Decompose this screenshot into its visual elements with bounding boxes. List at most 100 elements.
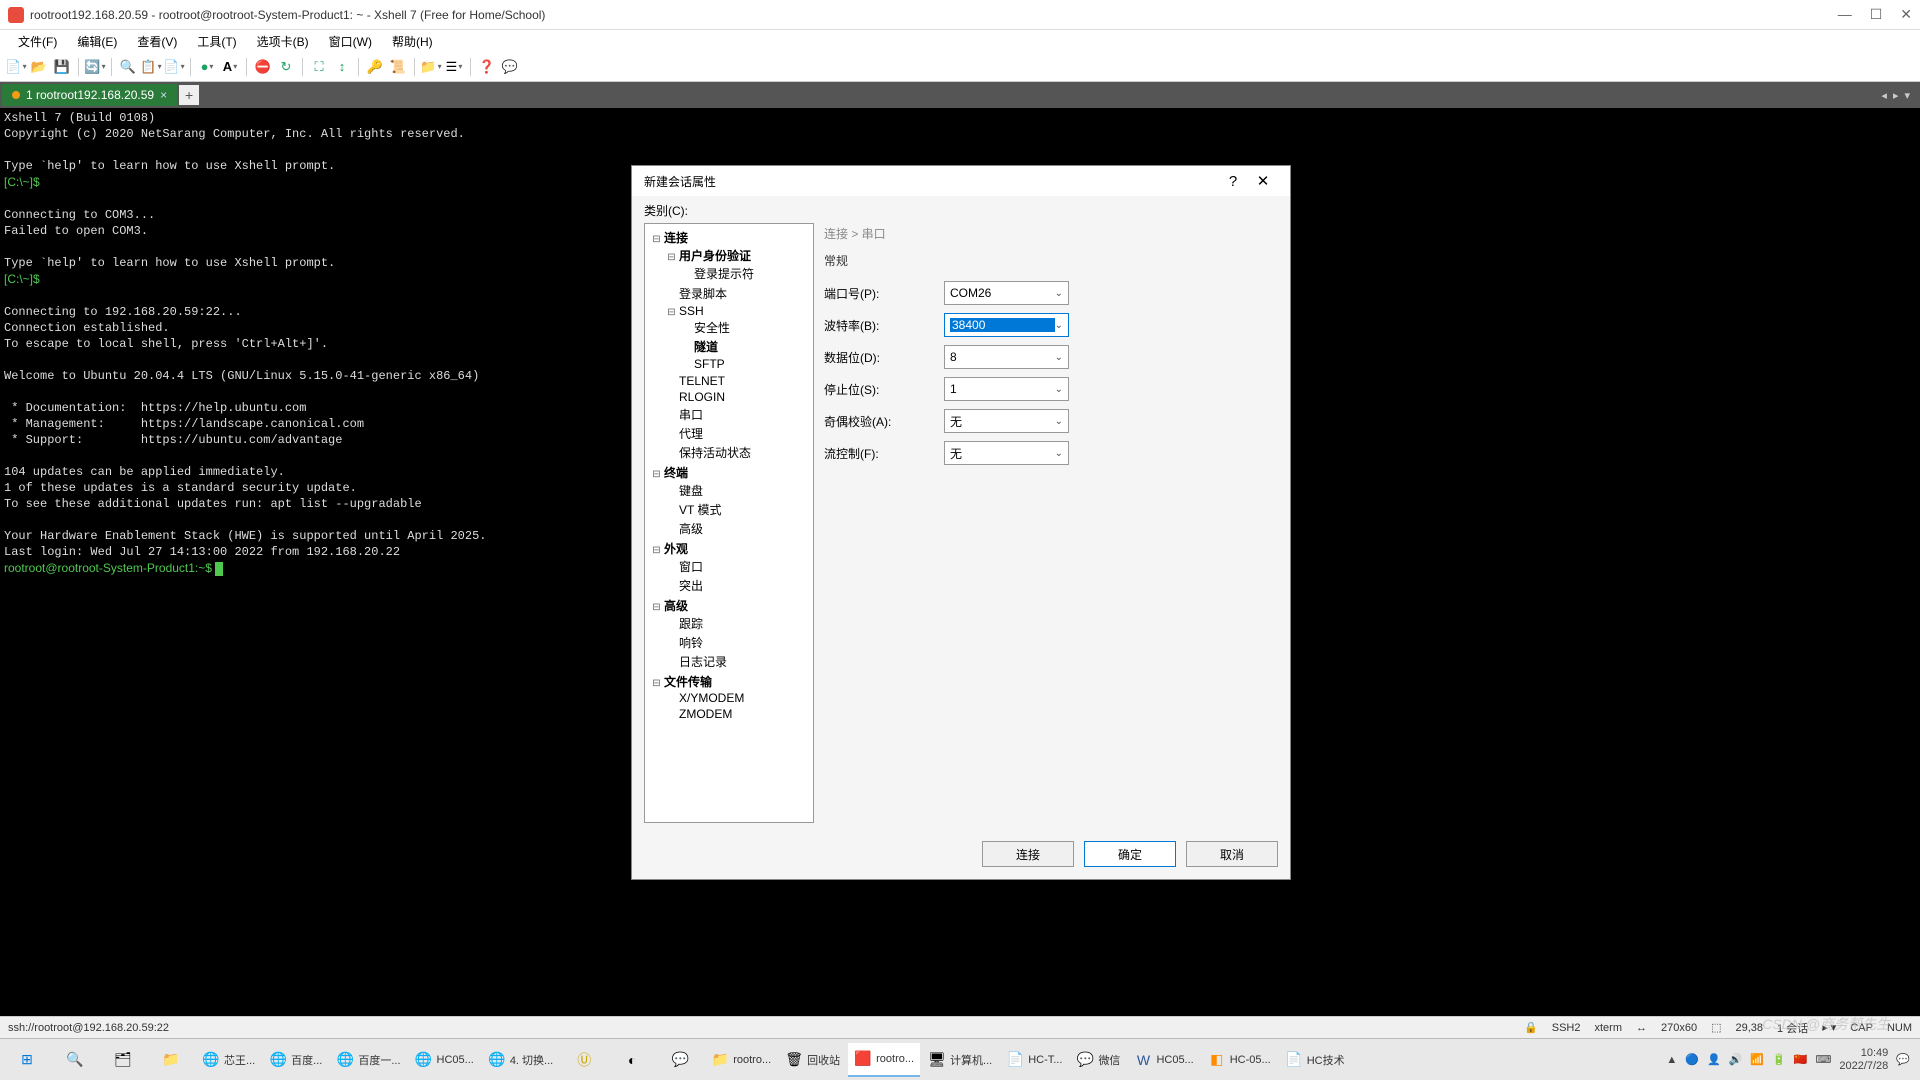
tree-advanced[interactable]: 高级 [664,599,688,613]
ok-button[interactable]: 确定 [1084,841,1176,867]
reconnect-icon[interactable]: 🔄 [85,57,105,77]
taskbar-item[interactable]: 🌐百度一... [330,1043,406,1077]
flow-combo[interactable]: 无⌄ [944,441,1069,465]
tree-xymodem[interactable]: X/YMODEM [679,691,744,705]
tree-auth[interactable]: 用户身份验证 [679,249,751,263]
taskbar-item[interactable]: 🗑回收站 [779,1043,846,1077]
tree-window[interactable]: 窗口 [679,560,703,574]
font-icon[interactable]: A [220,57,240,77]
taskbar-item[interactable]: 🌐芯王... [196,1043,261,1077]
tree-serial[interactable]: 串口 [679,408,703,422]
stop-combo[interactable]: 1⌄ [944,377,1069,401]
paste-icon[interactable]: 📄 [164,57,184,77]
parity-combo[interactable]: 无⌄ [944,409,1069,433]
tree-file-transfer[interactable]: 文件传输 [664,675,712,689]
tree-proxy[interactable]: 代理 [679,427,703,441]
stop-icon[interactable]: ⛔ [253,57,273,77]
dialog-close-button[interactable]: ✕ [1248,172,1278,190]
connect-button[interactable]: 连接 [982,841,1074,867]
taskbar-item[interactable]: ◐ [609,1043,655,1077]
tab-scroll-right-icon[interactable]: ▸ [1893,89,1899,102]
tray-icon[interactable]: 🇨🇳 [1794,1053,1808,1066]
taskbar-item[interactable]: 📁rootro... [705,1043,777,1077]
tab-menu-icon[interactable]: ▾ [1904,89,1910,102]
menu-tools[interactable]: 工具(T) [189,31,244,52]
menu-edit[interactable]: 编辑(E) [69,31,125,52]
copy-icon[interactable]: 📋 [141,57,161,77]
chat-icon[interactable]: 💬 [500,57,520,77]
tree-login-prompt[interactable]: 登录提示符 [694,267,754,281]
tree-bell[interactable]: 响铃 [679,636,703,650]
color-icon[interactable]: ● [197,57,217,77]
menu-file[interactable]: 文件(F) [10,31,65,52]
tree-ssh[interactable]: SSH [679,304,704,318]
taskbar-item[interactable]: 🗂 [100,1043,146,1077]
menu-tabs[interactable]: 选项卡(B) [249,31,317,52]
category-tree[interactable]: ⊟连接 ⊟用户身份验证 登录提示符 登录脚本 ⊟SSH 安全性 隧道 SFT [644,223,814,823]
tree-highlight[interactable]: 突出 [679,579,703,593]
tree-tunnel[interactable]: 隧道 [694,340,718,354]
dialog-help-button[interactable]: ? [1218,173,1248,190]
tray-icon[interactable]: 👤 [1707,1053,1721,1066]
taskbar-item[interactable]: 📄HC技术 [1279,1043,1351,1077]
data-combo[interactable]: 8⌄ [944,345,1069,369]
cancel-button[interactable]: 取消 [1186,841,1278,867]
help-icon[interactable]: ❓ [477,57,497,77]
tray-icon[interactable]: 🔵 [1685,1053,1699,1066]
tray-icon[interactable]: ▲ [1666,1054,1677,1066]
taskbar-item[interactable]: 💬微信 [1070,1043,1126,1077]
taskbar-item[interactable]: 🟥rootro... [848,1043,920,1077]
taskbar-item[interactable]: ⊞ [4,1043,50,1077]
tree-trace[interactable]: 跟踪 [679,617,703,631]
search-icon[interactable]: 🔍 [118,57,138,77]
tree-login-script[interactable]: 登录脚本 [679,287,727,301]
menu-window[interactable]: 窗口(W) [321,31,380,52]
tree-advanced-term[interactable]: 高级 [679,522,703,536]
list-icon[interactable]: ☰ [444,57,464,77]
tree-terminal[interactable]: 终端 [664,466,688,480]
taskbar-item[interactable]: 💬 [657,1043,703,1077]
session-tab[interactable]: 1 rootroot192.168.20.59 × [2,84,177,106]
tray-icon[interactable]: 🔊 [1729,1053,1743,1066]
tree-appearance[interactable]: 外观 [664,542,688,556]
taskbar-item[interactable]: WHC05... [1128,1043,1199,1077]
tray-icon[interactable]: ⌨ [1815,1053,1831,1066]
port-combo[interactable]: COM26⌄ [944,281,1069,305]
menu-help[interactable]: 帮助(H) [384,31,441,52]
tray-icon[interactable]: 📶 [1750,1053,1764,1066]
taskbar-item[interactable]: 🌐4. 切换... [482,1043,559,1077]
notifications-icon[interactable]: 💬 [1896,1053,1910,1066]
tree-keyboard[interactable]: 键盘 [679,484,703,498]
menu-view[interactable]: 查看(V) [129,31,185,52]
taskbar-item[interactable]: 📁 [148,1043,194,1077]
tree-security[interactable]: 安全性 [694,321,730,335]
tree-logging[interactable]: 日志记录 [679,655,727,669]
tree-telnet[interactable]: TELNET [679,374,725,388]
taskbar-item[interactable]: 🖥计算机... [922,1043,998,1077]
transfer-icon[interactable]: ↕ [332,57,352,77]
tab-add-button[interactable]: + [179,85,199,105]
save-icon[interactable]: 💾 [52,57,72,77]
script-icon[interactable]: 📜 [388,57,408,77]
taskbar-item[interactable]: Ⓤ [561,1043,607,1077]
tree-keepalive[interactable]: 保持活动状态 [679,446,751,460]
minimize-button[interactable]: — [1838,6,1852,23]
close-button[interactable]: ✕ [1900,6,1912,23]
maximize-button[interactable]: ☐ [1870,6,1883,23]
fullscreen-icon[interactable]: ⛶ [309,57,329,77]
baud-combo[interactable]: 38400⌄ [944,313,1069,337]
new-session-icon[interactable]: 📄 [6,57,26,77]
taskbar-item[interactable]: 🔍 [52,1043,98,1077]
taskbar-item[interactable]: 🌐HC05... [409,1043,480,1077]
tab-close-icon[interactable]: × [160,88,167,102]
tree-zmodem[interactable]: ZMODEM [679,707,732,721]
taskbar-item[interactable]: ◧HC-05... [1202,1043,1277,1077]
tree-sftp[interactable]: SFTP [694,357,725,371]
session-menu-icon[interactable]: ▸ ▾ [1822,1021,1836,1034]
key-icon[interactable]: 🔑 [365,57,385,77]
tree-connection[interactable]: 连接 [664,231,688,245]
taskbar-clock[interactable]: 10:492022/7/28 [1839,1047,1888,1073]
taskbar-item[interactable]: 🌐百度... [263,1043,328,1077]
folder-icon[interactable]: 📁 [421,57,441,77]
tray-icon[interactable]: 🔋 [1772,1053,1786,1066]
